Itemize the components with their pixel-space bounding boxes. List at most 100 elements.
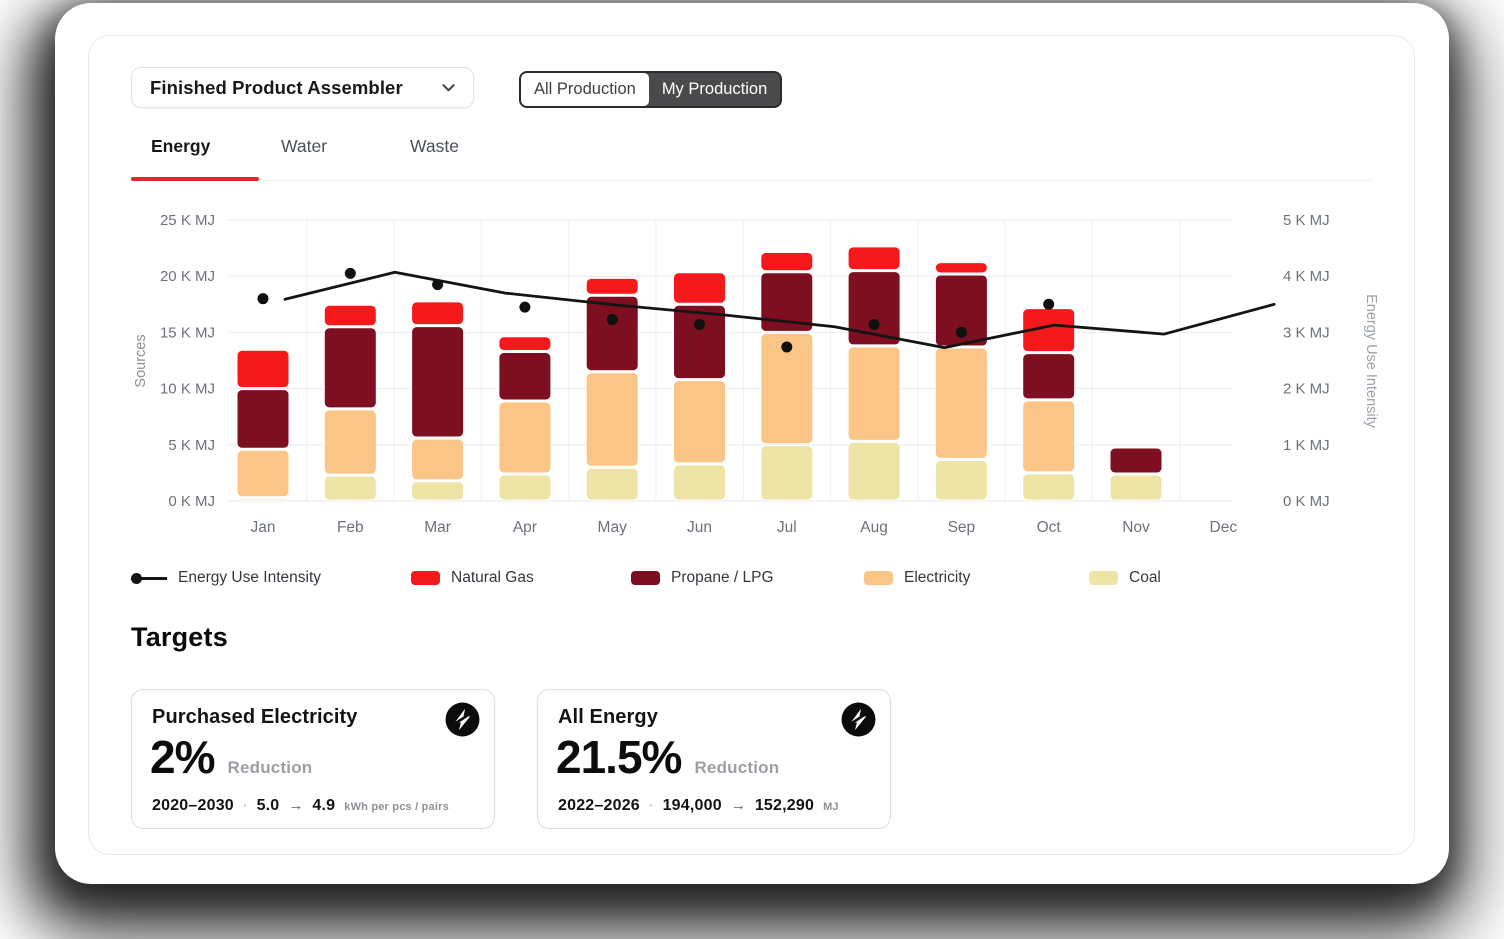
- targets-heading: Targets: [131, 622, 228, 653]
- bar-segment-natural-gas[interactable]: [848, 247, 900, 270]
- month-label: Aug: [860, 519, 888, 536]
- right-axis-tick-label: 5 K MJ: [1283, 212, 1330, 229]
- target-to-value: 152,290: [755, 797, 814, 815]
- left-axis-tick-label: 0 K MJ: [168, 493, 215, 510]
- left-axis-tick-label: 15 K MJ: [160, 324, 215, 341]
- assembler-dropdown[interactable]: Finished Product Assembler: [131, 67, 474, 108]
- bar-segment-propane-lpg[interactable]: [499, 353, 551, 400]
- production-toggle: All Production My Production: [519, 71, 782, 108]
- bar-segment-natural-gas[interactable]: [237, 350, 289, 387]
- arrow-right-icon: →: [731, 797, 746, 814]
- bar-segment-propane-lpg[interactable]: [674, 305, 726, 378]
- legend-label: Energy Use Intensity: [178, 569, 321, 587]
- target-period: 2022–2026: [558, 797, 640, 815]
- legend-item-propane-lpg[interactable]: Propane / LPG: [631, 567, 774, 589]
- bar-segment-propane-lpg[interactable]: [1110, 448, 1162, 473]
- bar-segment-coal[interactable]: [761, 446, 813, 500]
- energy-use-intensity-point[interactable]: [781, 342, 792, 353]
- right-axis-title: Energy Use Intensity: [1363, 294, 1379, 429]
- bar-segment-propane-lpg[interactable]: [237, 390, 289, 449]
- bar-segment-electricity[interactable]: [499, 402, 551, 473]
- bar-segment-propane-lpg[interactable]: [1023, 354, 1075, 399]
- dashboard-panel: Finished Product Assembler All Productio…: [88, 35, 1415, 855]
- bar-segment-electricity[interactable]: [237, 450, 289, 496]
- energy-chart: 0 K MJ0 K MJ5 K MJ1 K MJ10 K MJ2 K MJ15 …: [129, 201, 1379, 546]
- legend-label: Electricity: [904, 569, 970, 587]
- bar-segment-natural-gas[interactable]: [412, 302, 464, 325]
- bar-segment-electricity[interactable]: [586, 373, 638, 467]
- bar-segment-natural-gas[interactable]: [324, 305, 376, 325]
- separator-dot: ·: [649, 797, 654, 813]
- tab-waste[interactable]: Waste: [410, 136, 459, 157]
- energy-use-intensity-point[interactable]: [432, 279, 443, 290]
- assembler-dropdown-label: Finished Product Assembler: [150, 77, 403, 99]
- toggle-all-production[interactable]: All Production: [521, 73, 649, 106]
- target-card-all-energy: All Energy 21.5% Reduction 2022–2026 · 1…: [537, 689, 891, 829]
- tab-water[interactable]: Water: [281, 136, 327, 157]
- bar-segment-natural-gas[interactable]: [586, 278, 638, 294]
- legend-item-coal[interactable]: Coal: [1089, 567, 1161, 589]
- month-label: May: [598, 519, 628, 536]
- legend-item-natural-gas[interactable]: Natural Gas: [411, 567, 534, 589]
- bar-segment-coal[interactable]: [1023, 474, 1075, 500]
- right-axis-tick-label: 1 K MJ: [1283, 437, 1330, 454]
- left-axis-tick-label: 20 K MJ: [160, 268, 215, 285]
- bar-segment-coal[interactable]: [412, 482, 464, 500]
- month-label: Apr: [513, 519, 537, 536]
- target-reduction-label: Reduction: [694, 758, 779, 778]
- energy-bolt-icon: [840, 701, 877, 743]
- bar-segment-coal[interactable]: [848, 442, 900, 500]
- toggle-my-production[interactable]: My Production: [649, 73, 780, 106]
- active-tab-indicator: [131, 177, 259, 181]
- bar-segment-electricity[interactable]: [935, 348, 987, 458]
- bar-segment-coal[interactable]: [674, 465, 726, 500]
- bar-segment-natural-gas[interactable]: [935, 263, 987, 273]
- legend-label: Propane / LPG: [671, 569, 774, 587]
- bar-segment-propane-lpg[interactable]: [324, 328, 376, 408]
- bar-segment-coal[interactable]: [499, 475, 551, 500]
- separator-dot: ·: [243, 797, 248, 813]
- bar-segment-coal[interactable]: [324, 476, 376, 500]
- right-axis-tick-label: 0 K MJ: [1283, 493, 1330, 510]
- month-label: Jul: [777, 519, 797, 536]
- line-dot-marker-icon: [131, 572, 167, 584]
- bar-segment-coal[interactable]: [586, 468, 638, 500]
- bar-segment-coal[interactable]: [237, 499, 289, 501]
- bar-segment-natural-gas[interactable]: [761, 252, 813, 270]
- bar-segment-coal[interactable]: [1110, 475, 1162, 500]
- legend-swatch-icon: [411, 571, 440, 585]
- bar-segment-propane-lpg[interactable]: [412, 327, 464, 437]
- target-reduction-label: Reduction: [227, 758, 312, 778]
- energy-use-intensity-point[interactable]: [694, 319, 705, 330]
- energy-use-intensity-point[interactable]: [258, 293, 269, 304]
- bar-segment-electricity[interactable]: [412, 439, 464, 480]
- chevron-down-icon: [440, 79, 457, 96]
- month-label: Oct: [1037, 519, 1062, 536]
- target-card-title: All Energy: [558, 706, 870, 729]
- month-label: Feb: [337, 519, 364, 536]
- tab-energy[interactable]: Energy: [151, 136, 210, 157]
- left-axis-tick-label: 10 K MJ: [160, 381, 215, 398]
- target-card-title: Purchased Electricity: [152, 706, 474, 729]
- app-window: Finished Product Assembler All Productio…: [55, 3, 1449, 884]
- energy-use-intensity-point[interactable]: [869, 319, 880, 330]
- month-label: Jan: [251, 519, 276, 536]
- bar-segment-electricity[interactable]: [1023, 401, 1075, 472]
- energy-use-intensity-point[interactable]: [519, 302, 530, 313]
- bar-segment-electricity[interactable]: [848, 347, 900, 441]
- bar-segment-natural-gas[interactable]: [674, 273, 726, 304]
- legend-swatch-icon: [631, 571, 660, 585]
- bar-segment-coal[interactable]: [935, 460, 987, 500]
- target-percent: 21.5%: [556, 732, 681, 783]
- month-label: Jun: [687, 519, 712, 536]
- left-axis-tick-label: 25 K MJ: [160, 212, 215, 229]
- energy-use-intensity-point[interactable]: [345, 268, 356, 279]
- legend-item-electricity[interactable]: Electricity: [864, 567, 970, 589]
- energy-use-intensity-point[interactable]: [956, 327, 967, 338]
- bar-segment-natural-gas[interactable]: [499, 337, 551, 351]
- energy-use-intensity-point[interactable]: [1043, 299, 1054, 310]
- energy-use-intensity-point[interactable]: [607, 314, 618, 325]
- bar-segment-electricity[interactable]: [324, 410, 376, 474]
- legend-item-energy-use-intensity[interactable]: Energy Use Intensity: [131, 567, 321, 589]
- bar-segment-electricity[interactable]: [674, 381, 726, 463]
